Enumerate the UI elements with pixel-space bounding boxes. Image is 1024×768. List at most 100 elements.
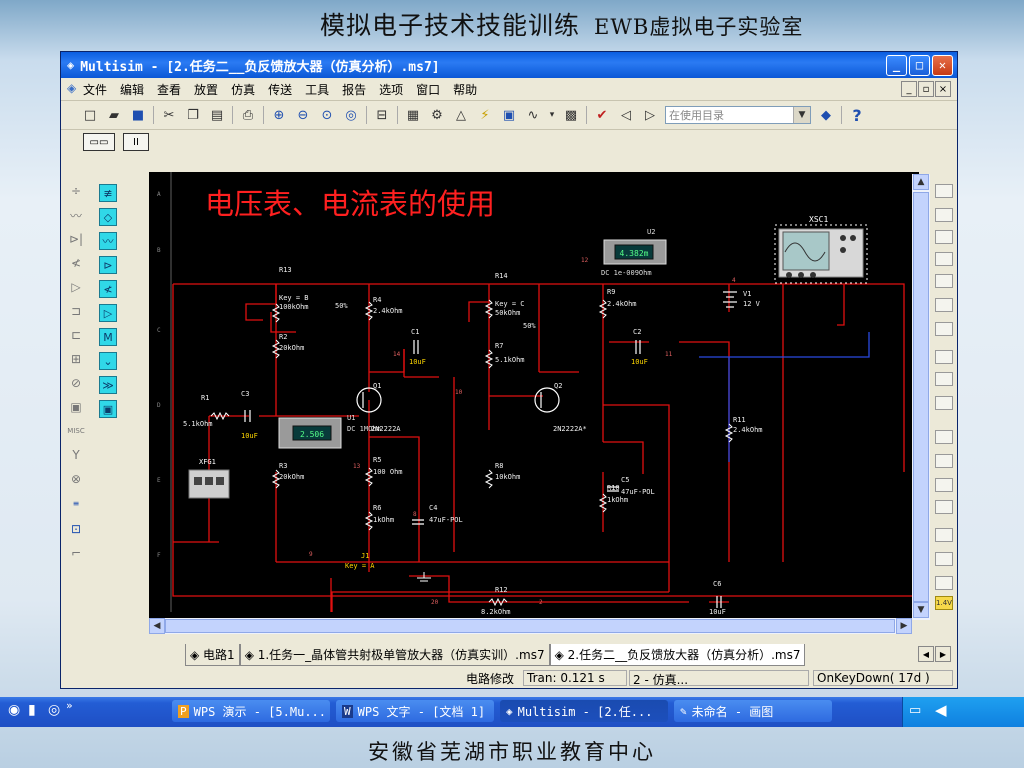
simulate-icon[interactable]: ⚡ bbox=[476, 106, 494, 124]
bode-plotter-icon[interactable] bbox=[935, 298, 953, 312]
forward-annotate-icon[interactable]: ▷ bbox=[641, 106, 659, 124]
switch-icon[interactable]: ⌄ bbox=[99, 352, 117, 370]
wattmeter-icon[interactable] bbox=[935, 230, 953, 244]
oscilloscope-xsc1[interactable]: XSC1 bbox=[774, 215, 868, 284]
taskbar-multisim[interactable]: ◈ Multisim - [2.任... bbox=[500, 700, 668, 722]
database-icon[interactable]: ⚙ bbox=[428, 106, 446, 124]
misc-icon[interactable]: MISC bbox=[67, 422, 85, 440]
window-titlebar[interactable]: ◈ Multisim - [2.任务二__负反馈放大器（仿真分析）.ms7] _… bbox=[61, 52, 957, 78]
analysis-icon[interactable]: ∿ bbox=[524, 106, 542, 124]
ladder-icon[interactable]: ≡ bbox=[67, 494, 85, 512]
maximize-button[interactable]: □ bbox=[909, 54, 930, 76]
doc-close-button[interactable]: × bbox=[935, 81, 951, 97]
postprocessor-icon[interactable]: ▩ bbox=[562, 106, 580, 124]
pause-button[interactable]: II bbox=[123, 133, 149, 151]
run-switch-button[interactable]: ▭▭ bbox=[83, 133, 115, 151]
chevron-down-icon[interactable]: ▾ bbox=[548, 106, 556, 124]
measurement-probe-icon[interactable]: 1.4V bbox=[935, 596, 953, 610]
horizontal-scroll-thumb[interactable] bbox=[165, 619, 895, 633]
back-annotate-icon[interactable]: ◁ bbox=[617, 106, 635, 124]
taskbar-wps-writer[interactable]: W WPS 文字 - [文档 1] bbox=[336, 700, 494, 722]
signal-source-icon[interactable]: ◇ bbox=[99, 208, 117, 226]
power-source-icon[interactable]: ≢ bbox=[99, 184, 117, 202]
menu-file[interactable]: 文件 bbox=[83, 81, 107, 98]
logic-converter-icon[interactable] bbox=[935, 396, 953, 410]
doc-minimize-button[interactable]: _ bbox=[901, 81, 917, 97]
spreadsheet-icon[interactable]: ▦ bbox=[404, 106, 422, 124]
indicator-icon[interactable]: ▣ bbox=[67, 398, 85, 416]
rf-icon[interactable]: Y bbox=[67, 446, 85, 464]
new-file-icon[interactable]: □ bbox=[81, 106, 99, 124]
menu-reports[interactable]: 报告 bbox=[342, 81, 366, 98]
copy-icon[interactable]: ❐ bbox=[184, 106, 202, 124]
display-icon[interactable]: ▣ bbox=[99, 400, 117, 418]
scroll-right-icon[interactable]: ▶ bbox=[896, 618, 912, 634]
zoom-fit-icon[interactable]: ◎ bbox=[342, 106, 360, 124]
open-folder-icon[interactable]: ▰ bbox=[105, 106, 123, 124]
frequency-counter-icon[interactable] bbox=[935, 322, 953, 336]
logic-analyzer-icon[interactable] bbox=[935, 372, 953, 386]
bjt-icon[interactable]: ≮ bbox=[99, 280, 117, 298]
keyboard-icon[interactable]: ▭ bbox=[909, 703, 921, 718]
cut-icon[interactable]: ✂ bbox=[160, 106, 178, 124]
oscilloscope-icon[interactable] bbox=[935, 252, 953, 266]
lamp-icon[interactable]: ≫ bbox=[99, 376, 117, 394]
diode-bin-icon[interactable]: ⊳ bbox=[99, 256, 117, 274]
scroll-up-icon[interactable]: ▲ bbox=[913, 174, 929, 190]
multimeter-icon[interactable] bbox=[935, 184, 953, 198]
quicklaunch-icon[interactable]: ▮ bbox=[28, 702, 36, 718]
cmos-icon[interactable]: ⊏ bbox=[67, 326, 85, 344]
tab-task1[interactable]: ◈ 1.任务一_晶体管共射极单管放大器（仿真实训）.ms7 bbox=[239, 644, 550, 666]
doc-restore-button[interactable]: ▫ bbox=[918, 81, 934, 97]
distortion-analyzer-icon[interactable] bbox=[935, 454, 953, 468]
component-icon[interactable]: △ bbox=[452, 106, 470, 124]
menu-place[interactable]: 放置 bbox=[194, 81, 218, 98]
minimize-button[interactable]: _ bbox=[886, 54, 907, 76]
taskbar-wps-presentation[interactable]: P WPS 演示 - [5.Mu... bbox=[172, 700, 330, 722]
function-generator-xfg1[interactable]: XFG1 bbox=[188, 458, 230, 499]
erc-icon[interactable]: ✔ bbox=[593, 106, 611, 124]
word-generator-icon[interactable] bbox=[935, 350, 953, 364]
document-icon[interactable]: ◈ bbox=[67, 81, 76, 95]
bus-icon[interactable]: ⌐ bbox=[67, 544, 85, 562]
four-channel-scope-icon[interactable] bbox=[935, 274, 953, 288]
tab-next-icon[interactable]: ▶ bbox=[935, 646, 951, 662]
in-use-list-combo[interactable]: 在使用目录 ▼ bbox=[665, 106, 811, 124]
resistor-icon[interactable]: 〰 bbox=[99, 232, 117, 250]
help-button[interactable]: ? bbox=[848, 106, 866, 125]
agilent-scope-icon[interactable] bbox=[935, 576, 953, 590]
agilent-generator-icon[interactable] bbox=[935, 528, 953, 542]
menu-window[interactable]: 窗口 bbox=[416, 81, 440, 98]
opamp-icon[interactable]: ▷ bbox=[99, 304, 117, 322]
tab-circuit1[interactable]: ◈ 电路1 bbox=[185, 644, 240, 666]
iv-analyzer-icon[interactable] bbox=[935, 430, 953, 444]
misc-digital-icon[interactable]: ⊞ bbox=[67, 350, 85, 368]
transistor-icon[interactable]: ≮ bbox=[67, 254, 85, 272]
tab-prev-icon[interactable]: ◀ bbox=[918, 646, 934, 662]
network-analyzer-icon[interactable] bbox=[935, 500, 953, 514]
hierarchy-icon[interactable]: ⊟ bbox=[373, 106, 391, 124]
menu-view[interactable]: 查看 bbox=[157, 81, 181, 98]
tab-task2[interactable]: ◈ 2.任务二__负反馈放大器（仿真分析）.ms7 bbox=[549, 644, 806, 666]
ammeter-u1[interactable]: 2.506 U1 DC 1MOhm bbox=[278, 414, 381, 449]
spectrum-analyzer-icon[interactable] bbox=[935, 478, 953, 492]
wizard-icon[interactable]: ◆ bbox=[817, 106, 835, 124]
place-hierarchical-icon[interactable]: ⊡ bbox=[67, 520, 85, 538]
scroll-down-icon[interactable]: ▼ bbox=[913, 602, 929, 618]
vertical-scroll-thumb[interactable] bbox=[913, 192, 929, 602]
diode-icon[interactable]: ⊳| bbox=[67, 230, 85, 248]
analog-icon[interactable]: ▷ bbox=[67, 278, 85, 296]
menu-transfer[interactable]: 传送 bbox=[268, 81, 292, 98]
function-generator-icon[interactable] bbox=[935, 208, 953, 222]
source-icon[interactable]: ÷ bbox=[67, 182, 85, 200]
chevron-down-icon[interactable]: ▼ bbox=[793, 107, 810, 123]
horizontal-scrollbar[interactable]: ◀ ▶ bbox=[149, 618, 912, 634]
electromechanical-icon[interactable]: ⊗ bbox=[67, 470, 85, 488]
quicklaunch-chevron[interactable]: » bbox=[66, 699, 73, 712]
zoom-in-icon[interactable]: ⊕ bbox=[270, 106, 288, 124]
schematic-canvas[interactable]: A B C D E F 电压表、电流表的使用 4.382m U2 DC 1e-0… bbox=[149, 172, 919, 618]
taskbar-paint[interactable]: ✎ 未命名 - 画图 bbox=[674, 700, 832, 722]
tray-arrow-icon[interactable]: ◀ bbox=[935, 701, 947, 719]
paste-icon[interactable]: ▤ bbox=[208, 106, 226, 124]
ttl-icon[interactable]: ⊐ bbox=[67, 302, 85, 320]
